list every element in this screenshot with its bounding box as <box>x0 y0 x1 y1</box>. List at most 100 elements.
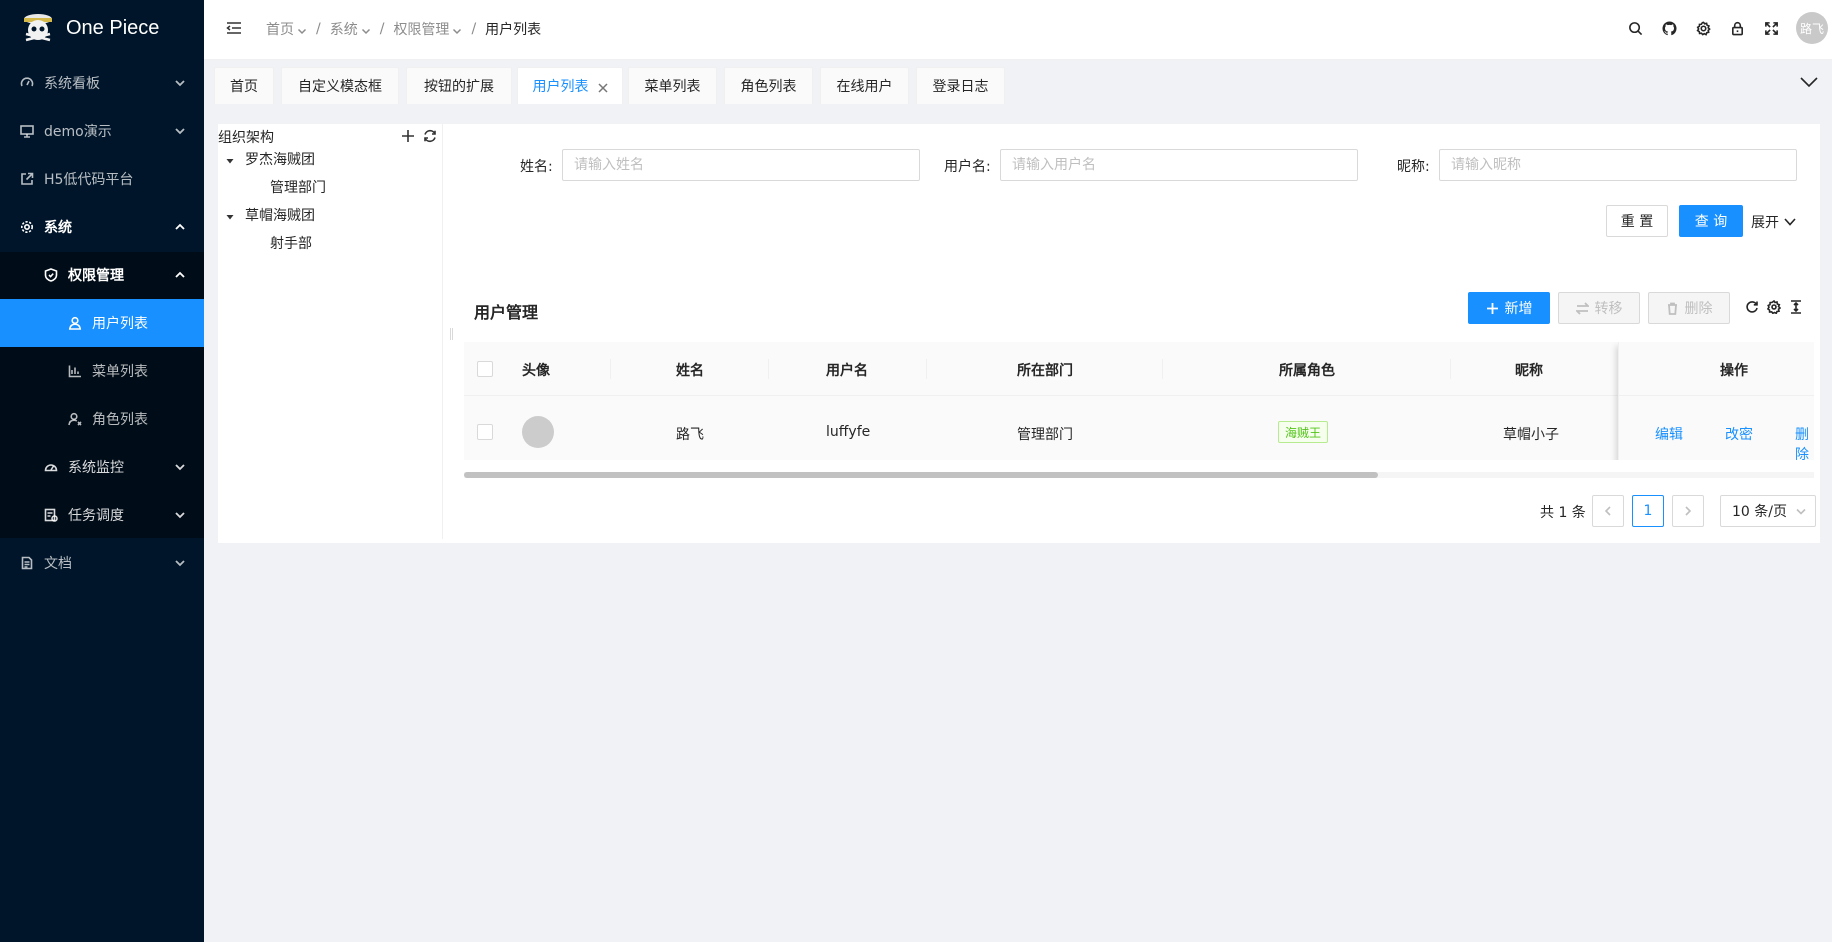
transfer-button[interactable]: 转移 <box>1558 292 1640 324</box>
tree-node-strawhat[interactable]: 草帽海贼团 <box>245 205 315 225</box>
refresh-icon[interactable] <box>423 129 437 143</box>
close-icon[interactable] <box>597 81 608 93</box>
next-page-button[interactable] <box>1672 495 1704 527</box>
tab-role-list[interactable]: 角色列表 <box>724 67 813 104</box>
sidebar-item-h5-lowcode[interactable]: H5低代码平台 <box>0 155 204 203</box>
sidebar-item-schedule[interactable]: 任务调度 <box>0 491 204 539</box>
user-avatar[interactable]: 路飞 <box>1796 12 1828 44</box>
tab-custom-modal[interactable]: 自定义模态框 <box>281 67 399 104</box>
chevron-down-icon <box>1784 218 1796 226</box>
plus-icon[interactable] <box>401 129 415 143</box>
horizontal-scrollbar[interactable] <box>464 472 1814 478</box>
row-checkbox[interactable] <box>477 424 493 440</box>
column-divider <box>768 359 769 379</box>
sidebar-item-docs[interactable]: 文档 <box>0 539 204 587</box>
resize-handle[interactable] <box>450 328 453 340</box>
page-number: 1 <box>1643 503 1653 519</box>
breadcrumb-current: 用户列表 <box>485 22 542 38</box>
name-input[interactable] <box>562 149 920 181</box>
tab-label: 角色列表 <box>740 79 797 95</box>
column-divider <box>610 359 611 379</box>
nickname-label: 昵称: <box>1397 159 1430 175</box>
tab-online-users[interactable]: 在线用户 <box>820 67 909 104</box>
select-all-checkbox[interactable] <box>477 361 493 377</box>
caret-down-icon[interactable] <box>225 154 235 164</box>
prev-page-button[interactable] <box>1592 495 1624 527</box>
caret-down-icon[interactable] <box>225 210 235 220</box>
breadcrumb: 首页 / 系统 / 权限管理 / 用户列表 <box>266 19 541 39</box>
sidebar-item-user-list[interactable]: 用户列表 <box>0 299 204 347</box>
sidebar-item-system[interactable]: 系统 <box>0 203 204 251</box>
tab-home[interactable]: 首页 <box>214 67 274 104</box>
sidebar-item-label: demo演示 <box>44 124 112 140</box>
tab-user-list[interactable]: 用户列表 <box>517 67 623 104</box>
batch-delete-button[interactable]: 删除 <box>1648 292 1730 324</box>
table-header: 头像 姓名 用户名 所在部门 所属角色 昵称 <box>464 342 1814 396</box>
tab-login-log[interactable]: 登录日志 <box>916 67 1005 104</box>
menu-fold-icon[interactable] <box>226 20 242 36</box>
username-input[interactable] <box>1000 149 1358 181</box>
tree-node-management[interactable]: 管理部门 <box>270 177 326 197</box>
sidebar-item-label: 系统 <box>44 220 72 236</box>
change-password-link[interactable]: 改密 <box>1725 424 1753 444</box>
chevron-down-icon <box>174 509 186 521</box>
expand-toggle[interactable]: 展开 <box>1751 212 1796 232</box>
reload-icon[interactable] <box>1745 300 1759 314</box>
breadcrumb-permission[interactable]: 权限管理 <box>393 19 462 39</box>
scrollbar-thumb[interactable] <box>464 472 1378 478</box>
breadcrumb-label: 权限管理 <box>393 22 450 38</box>
fixed-actions-column: 操作 编辑 改密 删除 <box>1618 342 1814 460</box>
header-divider <box>1619 395 1814 396</box>
table-row: 路飞 luffyfe 管理部门 海贼王 草帽小子 <box>464 396 1814 460</box>
query-button[interactable]: 查 询 <box>1679 205 1743 237</box>
tab-label: 在线用户 <box>836 79 893 95</box>
cell-nickname: 草帽小子 <box>1503 427 1559 443</box>
pagination-total: 共 1 条 <box>1540 505 1586 521</box>
tab-menu-list[interactable]: 菜单列表 <box>628 67 717 104</box>
breadcrumb-label: 首页 <box>266 22 294 38</box>
sidebar-item-permission[interactable]: 权限管理 <box>0 251 204 299</box>
settings-icon[interactable] <box>1686 0 1720 56</box>
breadcrumb-home[interactable]: 首页 <box>266 19 307 39</box>
schedule-icon <box>44 508 58 522</box>
sidebar-item-menu-list[interactable]: 菜单列表 <box>0 347 204 395</box>
tree-node-sniper[interactable]: 射手部 <box>270 233 312 253</box>
logo[interactable]: One Piece <box>0 0 204 56</box>
add-button[interactable]: 新增 <box>1468 292 1550 324</box>
column-settings-icon[interactable] <box>1766 299 1782 315</box>
github-icon[interactable] <box>1652 0 1686 56</box>
fullscreen-icon[interactable] <box>1754 0 1788 56</box>
sidebar-item-role-list[interactable]: 角色列表 <box>0 395 204 443</box>
lock-icon[interactable] <box>1720 0 1754 56</box>
edit-link[interactable]: 编辑 <box>1655 424 1683 444</box>
delete-link[interactable]: 删除 <box>1795 424 1814 460</box>
tab-label: 自定义模态框 <box>298 79 382 95</box>
expand-label: 展开 <box>1751 215 1779 231</box>
user-icon <box>68 316 82 330</box>
sidebar-item-monitor[interactable]: 系统监控 <box>0 443 204 491</box>
sidebar-item-label: 任务调度 <box>68 508 124 524</box>
sidebar-item-label: 菜单列表 <box>92 364 148 380</box>
page-number-button[interactable]: 1 <box>1632 495 1664 527</box>
tab-button-extension[interactable]: 按钮的扩展 <box>406 67 512 104</box>
page-size-select[interactable]: 10 条/页 <box>1720 495 1816 527</box>
sidebar-item-label: H5低代码平台 <box>44 172 134 188</box>
search-icon[interactable] <box>1618 0 1652 56</box>
nickname-input[interactable] <box>1439 149 1797 181</box>
breadcrumb-system[interactable]: 系统 <box>330 19 371 39</box>
chevron-down-icon <box>174 125 186 137</box>
header-toolbar: 路飞 <box>1618 0 1832 56</box>
chevron-up-icon <box>174 269 186 281</box>
button-label: 重 置 <box>1620 214 1654 230</box>
external-link-icon <box>20 172 34 186</box>
reset-button[interactable]: 重 置 <box>1606 205 1668 237</box>
sidebar-item-dashboard[interactable]: 系统看板 <box>0 59 204 107</box>
column-height-icon[interactable] <box>1789 300 1803 314</box>
cell-name: 路飞 <box>676 427 704 443</box>
sidebar-item-demo[interactable]: demo演示 <box>0 107 204 155</box>
tree-node-roger[interactable]: 罗杰海贼团 <box>245 149 315 169</box>
breadcrumb-label: 系统 <box>329 22 358 38</box>
plus-icon <box>1486 302 1498 314</box>
shield-icon <box>44 268 58 282</box>
chevron-down-icon[interactable] <box>1800 76 1818 90</box>
